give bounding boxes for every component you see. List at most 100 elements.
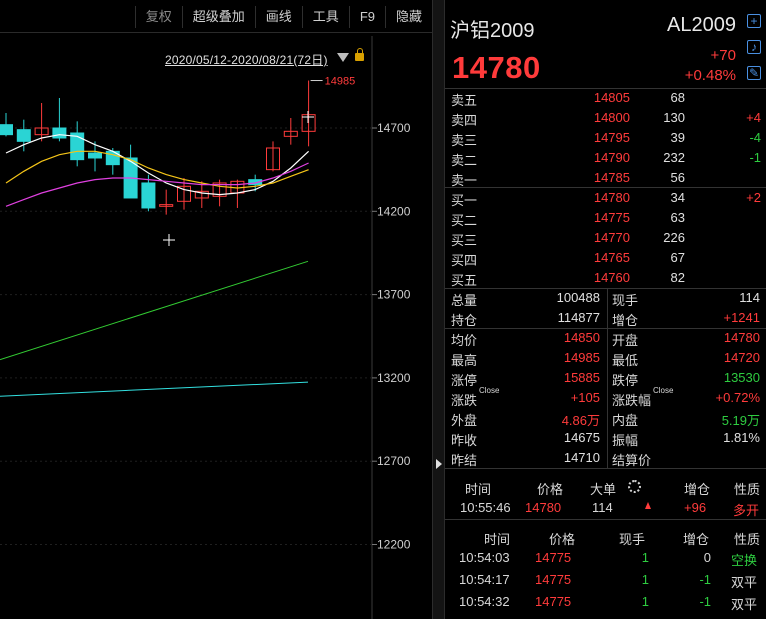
stat-label: 涨停 <box>451 373 478 388</box>
stat-value: 14850 <box>563 330 600 345</box>
bid-row: 买五 14760 82 <box>445 268 766 288</box>
tools-button[interactable]: 工具 <box>301 6 349 28</box>
ask-row: 卖三 14795 39 -4 <box>445 128 766 148</box>
latest-size-header: 大单 <box>590 482 617 497</box>
tick-time: 10:54:17 <box>459 572 510 587</box>
ma5-line <box>5 134 310 196</box>
stat-label: 均价 <box>451 333 478 348</box>
stat-value: +1241 <box>723 310 760 325</box>
stat-label: 涨跌幅 <box>612 393 652 408</box>
stat-value: 14675 <box>563 430 600 445</box>
stat-label: 持仓 <box>451 313 478 328</box>
stat-value: 15885 <box>563 370 600 385</box>
stat-value: 13530 <box>723 370 760 385</box>
stat-row: 涨停 15885 跌停 13530 <box>445 368 766 388</box>
stat-label: 振幅 <box>612 433 639 448</box>
f9-button[interactable]: F9 <box>348 6 385 28</box>
ask-label: 卖五 <box>451 93 478 108</box>
tick-nature: 双平 <box>731 575 758 590</box>
kline-chart-canvas[interactable]: 14700 14200 13700 13200 12700 12200 14985 <box>0 36 432 619</box>
stat-label: 跌停 <box>612 373 639 388</box>
y-tick-label: 14700 <box>377 121 411 135</box>
stat-label: 增仓 <box>612 313 639 328</box>
bid-price: 14775 <box>593 210 630 225</box>
latest-price-header: 价格 <box>537 482 564 497</box>
tick-volume: 1 <box>641 572 649 587</box>
contract-code: AL2009 <box>667 14 736 36</box>
ask-price: 14795 <box>593 130 630 145</box>
bid-row: 买四 14765 67 <box>445 248 766 268</box>
bid-label: 买一 <box>451 193 478 208</box>
price-change: +70 <box>710 47 736 64</box>
bid-label: 买三 <box>451 233 478 248</box>
range-dropdown-icon[interactable] <box>337 53 349 62</box>
add-icon[interactable]: + <box>747 14 761 28</box>
close-superscript: Close <box>479 386 500 395</box>
stat-row: 昨收 14675 振幅 1.81% <box>445 428 766 448</box>
stat-label: 最低 <box>612 353 639 368</box>
ask-volume: 130 <box>663 110 685 125</box>
ask-price: 14805 <box>593 90 630 105</box>
latest-trade-row: 10:55:46 14780 114 +96 多开 <box>445 498 766 518</box>
panel-divider[interactable] <box>432 0 445 619</box>
tick-table-header: 时间 价格 现手 增仓 性质 <box>445 527 766 547</box>
price-change-pct: +0.48% <box>684 67 736 84</box>
ask-label: 卖二 <box>451 153 478 168</box>
candle-body <box>70 132 85 161</box>
draw-line-button[interactable]: 画线 <box>254 6 302 28</box>
bid-price: 14760 <box>593 270 630 285</box>
chart-toolbar: 复权 超级叠加 画线 工具 F9 隐藏 <box>0 6 432 33</box>
date-range-label[interactable]: 2020/05/12-2020/08/21(72日) <box>165 51 328 68</box>
bell-icon[interactable]: ♪ <box>747 40 761 54</box>
candle-body <box>141 182 156 209</box>
toolbar-divider <box>0 32 432 33</box>
tick-volume: 1 <box>641 594 649 609</box>
tick-oi-change: 0 <box>703 550 711 565</box>
tick-time: 10:54:03 <box>459 550 510 565</box>
up-arrow-icon <box>645 502 651 509</box>
stat-row: 总量 100488 现手 114 <box>445 288 766 308</box>
separator <box>445 187 766 188</box>
candle-body <box>0 124 13 136</box>
stat-value: 1.81% <box>723 430 760 445</box>
kline-chart[interactable]: 14700 14200 13700 13200 12700 12200 14985 2020… <box>0 36 432 619</box>
stat-value: 114877 <box>557 310 600 325</box>
stat-label: 现手 <box>612 293 639 308</box>
gear-icon[interactable] <box>628 480 641 493</box>
stat-label: 外盘 <box>451 413 478 428</box>
tick-price: 14775 <box>535 550 572 565</box>
stat-value: 14710 <box>563 450 600 465</box>
edit-icon[interactable]: ✎ <box>747 66 761 80</box>
ma120-line <box>0 381 309 397</box>
stat-value: 14780 <box>723 330 760 345</box>
ask-volume-change: -4 <box>749 130 761 145</box>
bid-volume-change: +2 <box>746 190 761 205</box>
stat-label: 总量 <box>451 293 478 308</box>
ask-volume: 68 <box>670 90 685 105</box>
stat-row: 最高 14985 最低 14720 <box>445 348 766 368</box>
lock-icon[interactable] <box>355 48 364 61</box>
bid-label: 买二 <box>451 213 478 228</box>
ask-row: 卖一 14785 56 <box>445 168 766 188</box>
ask-row: 卖四 14800 130 +4 <box>445 108 766 128</box>
tick-time: 10:54:32 <box>459 594 510 609</box>
stats-column-divider <box>607 289 608 468</box>
stat-label: 最高 <box>451 353 478 368</box>
y-tick-label: 13700 <box>377 288 411 302</box>
quote-panel: 沪铝2009 AL2009 + ♪ ✎ 14780 +70 +0.48% 卖五 1… <box>445 0 766 619</box>
bid-volume: 34 <box>670 190 685 205</box>
hide-button[interactable]: 隐藏 <box>384 6 432 28</box>
tick-vol-header: 现手 <box>619 532 646 547</box>
bid-price: 14780 <box>593 190 630 205</box>
super-overlay-button[interactable]: 超级叠加 <box>181 6 255 28</box>
tick-nature-header: 性质 <box>734 532 761 547</box>
ask-volume-change: -1 <box>749 150 761 165</box>
stat-value: 100488 <box>556 290 600 305</box>
tick-row: 10:54:32 14775 1 -1 双平 <box>445 592 766 612</box>
tick-row: 10:54:03 14775 1 0 空换 <box>445 548 766 568</box>
bid-volume: 67 <box>670 250 685 265</box>
collapse-arrow-icon[interactable] <box>436 459 442 469</box>
latest-nature: 多开 <box>733 503 760 518</box>
stat-value: +0.72% <box>715 390 760 405</box>
restore-rights-button[interactable]: 复权 <box>134 6 182 28</box>
